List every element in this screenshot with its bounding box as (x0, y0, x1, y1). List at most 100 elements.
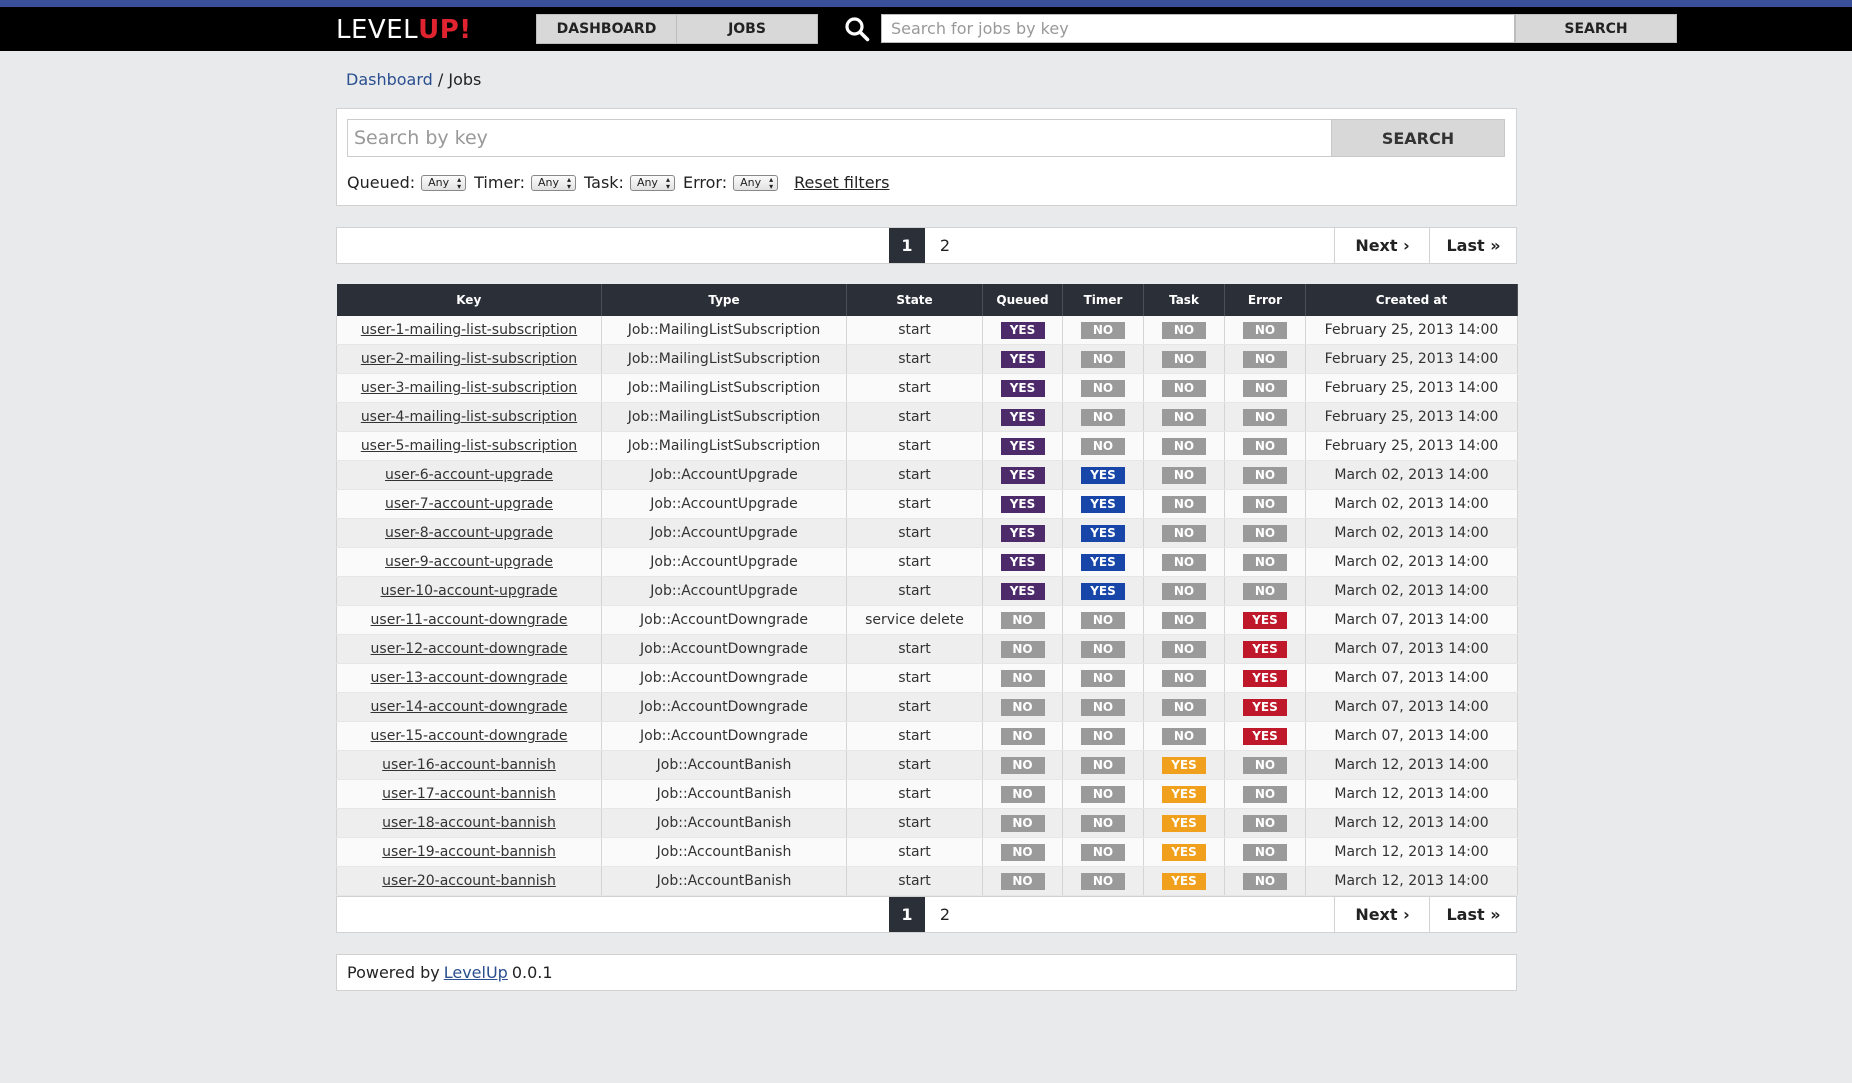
task-filter-select[interactable]: Any ▴ ▾ (629, 174, 675, 191)
key-search-input[interactable] (347, 119, 1332, 157)
page-2-button[interactable]: 2 (925, 228, 965, 263)
nav-dashboard-button[interactable]: DASHBOARD (536, 14, 677, 44)
page-2-button[interactable]: 2 (925, 897, 965, 932)
state-cell: start (846, 489, 983, 519)
error-status-badge: NO (1243, 408, 1287, 426)
top-navbar: LEVELUP! DASHBOARD JOBS SEARCH (0, 7, 1852, 51)
footer-levelup-link[interactable]: LevelUp (444, 963, 508, 982)
error-cell: NO (1224, 750, 1306, 780)
next-page-button[interactable]: Next › (1334, 228, 1430, 263)
state-cell: start (846, 866, 983, 896)
error-status-badge: YES (1243, 611, 1287, 629)
column-header-queued[interactable]: Queued (982, 284, 1063, 316)
error-cell: YES (1224, 663, 1306, 693)
timer-status-badge: NO (1081, 785, 1125, 803)
timer-cell: NO (1062, 316, 1144, 345)
timer-status-badge: NO (1081, 727, 1125, 745)
column-header-timer[interactable]: Timer (1062, 284, 1144, 316)
queued-cell: YES (982, 489, 1063, 519)
job-key-link[interactable]: user-13-account-downgrade (371, 670, 568, 686)
next-page-button[interactable]: Next › (1334, 897, 1430, 932)
job-key-link[interactable]: user-16-account-bannish (382, 757, 556, 773)
table-row: user-14-account-downgrade Job::AccountDow… (336, 692, 1518, 722)
job-key-link[interactable]: user-4-mailing-list-subscription (361, 409, 577, 425)
error-status-badge: NO (1243, 582, 1287, 600)
job-key-link[interactable]: user-6-account-upgrade (385, 467, 553, 483)
table-header-row: Key Type State Queued Timer Task Error C… (336, 284, 1518, 316)
queued-filter-select[interactable]: Any ▴ ▾ (421, 174, 467, 191)
queued-cell: NO (982, 808, 1063, 838)
column-header-key[interactable]: Key (336, 284, 602, 316)
nav-jobs-button[interactable]: JOBS (677, 14, 818, 44)
state-cell: start (846, 750, 983, 780)
key-cell: user-9-account-upgrade (336, 547, 602, 577)
timer-cell: YES (1062, 460, 1144, 490)
job-key-link[interactable]: user-18-account-bannish (382, 815, 556, 831)
page-1-button[interactable]: 1 (889, 897, 925, 932)
reset-filters-link[interactable]: Reset filters (794, 173, 889, 192)
job-key-link[interactable]: user-2-mailing-list-subscription (361, 351, 577, 367)
state-cell: start (846, 344, 983, 374)
job-key-link[interactable]: user-1-mailing-list-subscription (361, 322, 577, 338)
job-key-link[interactable]: user-8-account-upgrade (385, 525, 553, 541)
top-search-button[interactable]: SEARCH (1515, 14, 1677, 43)
key-search-button[interactable]: SEARCH (1331, 119, 1505, 157)
job-key-link[interactable]: user-15-account-downgrade (371, 728, 568, 744)
error-filter-select[interactable]: Any ▴ ▾ (733, 174, 779, 191)
filter-row: Queued: Any ▴ ▾ Timer: Any ▴ ▾ Task: Any ▴ ▾ E… (347, 173, 889, 192)
queued-cell: NO (982, 634, 1063, 664)
page-1-button[interactable]: 1 (889, 228, 925, 263)
job-key-link[interactable]: user-19-account-bannish (382, 844, 556, 860)
type-cell: Job::AccountDowngrade (601, 634, 847, 664)
timer-filter-select[interactable]: Any ▴ ▾ (530, 174, 577, 191)
job-key-link[interactable]: user-5-mailing-list-subscription (361, 438, 577, 454)
task-cell: NO (1143, 547, 1225, 577)
error-status-badge: NO (1243, 814, 1287, 832)
table-row: user-18-account-bannish Job::AccountBanis… (336, 808, 1518, 838)
error-cell: YES (1224, 721, 1306, 751)
type-cell: Job::AccountBanish (601, 750, 847, 780)
last-page-button[interactable]: Last » (1429, 228, 1517, 263)
state-cell: start (846, 634, 983, 664)
task-cell: NO (1143, 431, 1225, 461)
table-row: user-10-account-upgrade Job::AccountUpgra… (336, 576, 1518, 606)
brand-logo[interactable]: LEVELUP! (336, 15, 472, 45)
key-cell: user-18-account-bannish (336, 808, 602, 838)
key-cell: user-12-account-downgrade (336, 634, 602, 664)
error-cell: NO (1224, 316, 1306, 345)
task-status-badge: YES (1162, 843, 1206, 861)
timer-cell: YES (1062, 489, 1144, 519)
job-key-link[interactable]: user-14-account-downgrade (371, 699, 568, 715)
column-header-created-at[interactable]: Created at (1305, 284, 1518, 316)
key-cell: user-15-account-downgrade (336, 721, 602, 751)
column-header-type[interactable]: Type (601, 284, 847, 316)
key-cell: user-16-account-bannish (336, 750, 602, 780)
last-page-button[interactable]: Last » (1429, 897, 1517, 932)
column-header-task[interactable]: Task (1143, 284, 1225, 316)
job-key-link[interactable]: user-3-mailing-list-subscription (361, 380, 577, 396)
task-status-badge: YES (1162, 785, 1206, 803)
timer-status-badge: YES (1081, 582, 1125, 600)
task-cell: NO (1143, 489, 1225, 519)
error-filter-label: Error: (682, 173, 728, 192)
job-key-link[interactable]: user-7-account-upgrade (385, 496, 553, 512)
job-key-link[interactable]: user-17-account-bannish (382, 786, 556, 802)
job-key-link[interactable]: user-20-account-bannish (382, 873, 556, 889)
top-search-input[interactable] (881, 14, 1515, 43)
job-key-link[interactable]: user-12-account-downgrade (371, 641, 568, 657)
column-header-state[interactable]: State (846, 284, 983, 316)
breadcrumb: Dashboard / Jobs (346, 70, 481, 89)
created-at-cell: February 25, 2013 14:00 (1305, 316, 1518, 345)
job-key-link[interactable]: user-9-account-upgrade (385, 554, 553, 570)
queued-status-badge: NO (1000, 814, 1045, 832)
column-header-error[interactable]: Error (1224, 284, 1306, 316)
key-cell: user-1-mailing-list-subscription (336, 316, 602, 345)
select-arrows-icon: ▴ ▾ (665, 174, 670, 191)
main-nav: DASHBOARD JOBS (536, 14, 818, 44)
breadcrumb-dashboard-link[interactable]: Dashboard (346, 70, 433, 89)
key-cell: user-19-account-bannish (336, 837, 602, 867)
created-at-cell: February 25, 2013 14:00 (1305, 344, 1518, 374)
job-key-link[interactable]: user-11-account-downgrade (371, 612, 568, 628)
key-cell: user-7-account-upgrade (336, 489, 602, 519)
job-key-link[interactable]: user-10-account-upgrade (381, 583, 558, 599)
